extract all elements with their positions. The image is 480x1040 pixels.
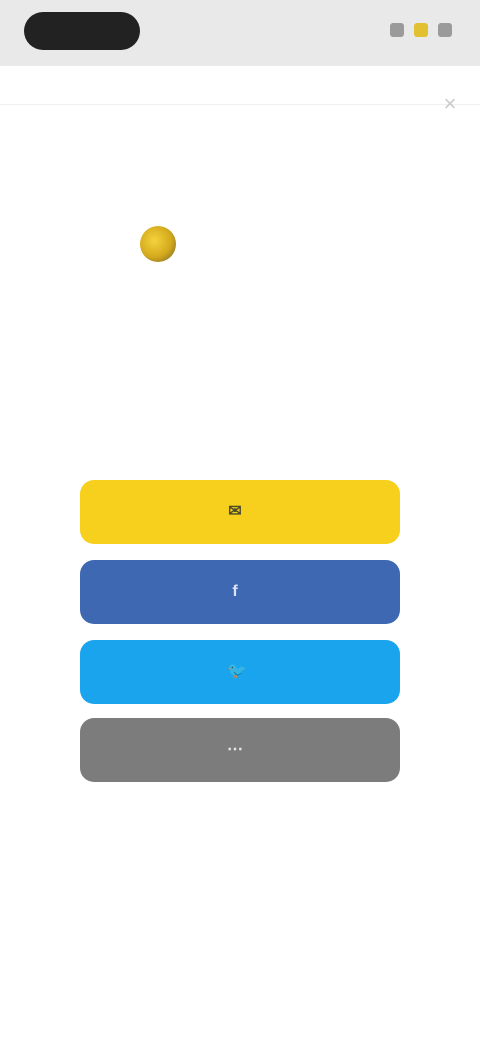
signal-icon — [390, 23, 404, 37]
brand-logo-icon — [140, 226, 176, 262]
battery-icon — [438, 23, 452, 37]
more-icon: ⋯ — [227, 741, 243, 758]
mail-icon: ✉ — [228, 503, 242, 520]
status-bar — [0, 0, 480, 66]
brand — [140, 222, 340, 266]
continue-with-email-button[interactable]: ✉ — [80, 480, 400, 544]
continue-with-twitter-button[interactable]: 🐦 — [80, 640, 400, 704]
header-divider — [0, 104, 480, 105]
close-icon[interactable]: × — [438, 92, 462, 116]
twitter-icon: 🐦 — [227, 663, 247, 680]
status-icons — [390, 20, 452, 40]
status-pill — [24, 12, 140, 50]
wifi-icon — [414, 23, 428, 37]
other-sign-in-button[interactable]: ⋯ — [80, 718, 400, 782]
facebook-icon: f — [232, 583, 238, 600]
continue-with-facebook-button[interactable]: f — [80, 560, 400, 624]
